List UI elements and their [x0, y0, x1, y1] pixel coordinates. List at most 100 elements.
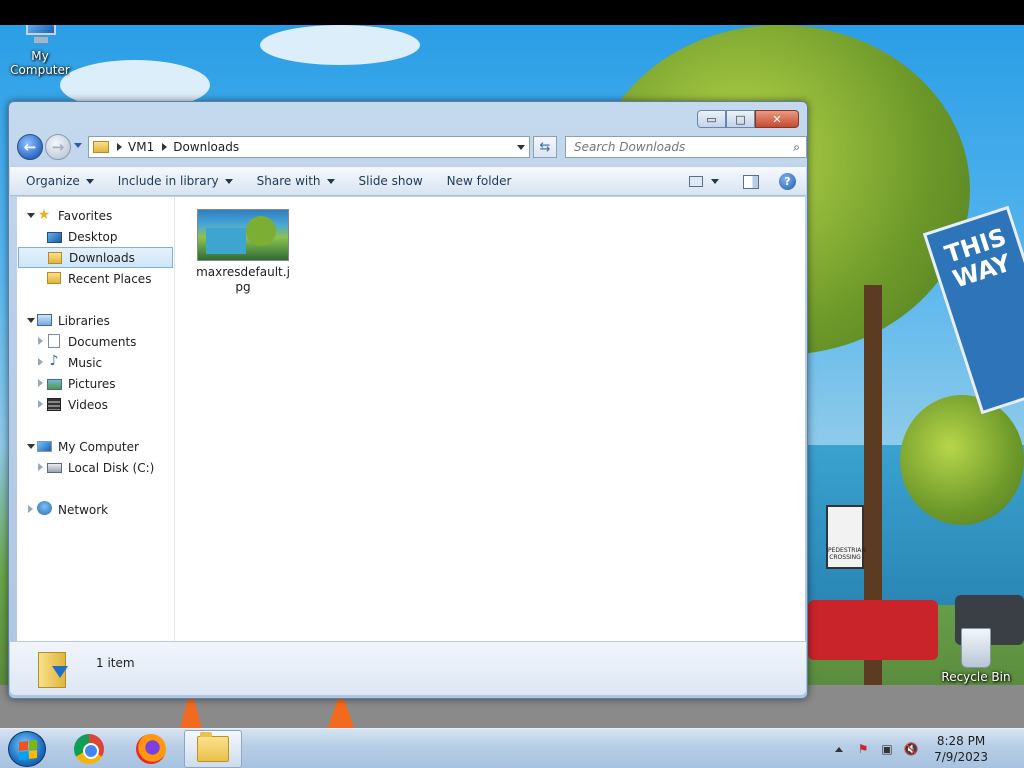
expand-icon[interactable] — [27, 318, 35, 323]
nav-item-desktop[interactable]: Desktop — [17, 226, 174, 247]
expand-icon[interactable] — [28, 505, 33, 513]
recent-pages-dropdown[interactable] — [74, 143, 82, 148]
hard-drive-icon — [46, 461, 62, 475]
breadcrumb-separator[interactable] — [117, 143, 122, 151]
view-options-dropdown[interactable] — [711, 179, 719, 184]
show-hidden-icons-button[interactable] — [830, 740, 848, 758]
taskbar-firefox[interactable] — [122, 730, 180, 768]
nav-item-videos[interactable]: Videos — [17, 394, 174, 415]
share-with-label: Share with — [256, 174, 321, 188]
file-item[interactable]: maxresdefault.jpg — [195, 209, 291, 295]
nav-label: Pictures — [68, 376, 116, 391]
start-button[interactable] — [8, 731, 46, 767]
nav-item-music[interactable]: ♪ Music — [17, 352, 174, 373]
details-pane: 1 item — [10, 641, 806, 695]
minimize-button[interactable]: ▭ — [697, 110, 726, 128]
volume-muted-icon[interactable]: 🔇 — [902, 740, 920, 758]
refresh-button[interactable]: ⇆ — [533, 136, 557, 158]
address-dropdown-icon[interactable] — [517, 145, 525, 150]
slide-show-button[interactable]: Slide show — [359, 174, 423, 188]
libraries-icon — [36, 313, 52, 327]
wallpaper-truck — [808, 600, 938, 660]
nav-label: Videos — [68, 397, 108, 412]
nav-label: Local Disk (C:) — [68, 460, 155, 475]
nav-label: Desktop — [68, 229, 118, 244]
preview-pane-button[interactable] — [743, 174, 759, 189]
firefox-icon — [136, 734, 166, 764]
change-view-button[interactable] — [689, 176, 703, 187]
wallpaper-pedestrian-sign: PEDESTRIAN CROSSING — [826, 505, 866, 569]
nav-label: Network — [58, 502, 109, 517]
recent-places-icon — [46, 271, 62, 285]
system-tray: ⚑ ▣ 🔇 8:28 PM 7/9/2023 — [824, 729, 1024, 768]
desktop-icon-my-computer[interactable]: My Computer — [0, 25, 80, 77]
organize-button[interactable]: Organize — [26, 174, 94, 188]
nav-label: Documents — [68, 334, 137, 349]
taskbar: ⚑ ▣ 🔇 8:28 PM 7/9/2023 — [0, 728, 1024, 768]
nav-label: Libraries — [58, 313, 110, 328]
back-button[interactable]: ← — [17, 134, 43, 160]
clock[interactable]: 8:28 PM 7/9/2023 — [934, 733, 988, 765]
chevron-down-icon — [224, 178, 233, 184]
taskbar-chrome[interactable] — [60, 730, 118, 768]
wallpaper-tree — [900, 395, 1024, 525]
nav-item-pictures[interactable]: Pictures — [17, 373, 174, 394]
star-icon: ★ — [37, 207, 51, 223]
nav-item-my-computer[interactable]: My Computer — [17, 436, 174, 457]
explorer-window: ▭ □ ✕ ← → VM1 Downloads ⇆ ⌕ Organize Inc… — [8, 101, 808, 699]
action-center-flag-icon[interactable]: ⚑ — [854, 740, 872, 758]
breadcrumb-vm1[interactable]: VM1 — [128, 140, 154, 154]
expand-icon[interactable] — [38, 379, 43, 387]
pedestrian-sign-text: PEDESTRIAN CROSSING — [828, 547, 866, 561]
help-icon[interactable]: ? — [779, 173, 796, 190]
file-name: maxresdefault.jpg — [196, 265, 290, 294]
search-icon[interactable]: ⌕ — [793, 140, 800, 155]
desktop-icon-recycle-bin[interactable]: Recycle Bin — [938, 628, 1014, 684]
recycle-bin-icon — [961, 628, 991, 668]
explorer-body: ★ Favorites Desktop Downloads Recent Pla… — [17, 197, 805, 641]
address-bar[interactable]: VM1 Downloads — [88, 136, 530, 158]
downloads-folder-icon — [47, 251, 63, 265]
close-button[interactable]: ✕ — [755, 110, 799, 128]
expand-icon[interactable] — [38, 337, 43, 345]
nav-item-downloads[interactable]: Downloads — [18, 247, 173, 268]
new-folder-button[interactable]: New folder — [447, 174, 512, 188]
chevron-down-icon — [326, 178, 335, 184]
network-status-icon[interactable]: ▣ — [878, 740, 896, 758]
sign-text: THIS WAY — [941, 222, 1015, 294]
maximize-button[interactable]: □ — [726, 110, 755, 128]
nav-item-recent-places[interactable]: Recent Places — [17, 268, 174, 289]
taskbar-windows-explorer[interactable] — [184, 730, 242, 768]
breadcrumb-separator[interactable] — [162, 143, 168, 151]
item-count: 1 item — [96, 656, 135, 670]
slide-show-label: Slide show — [358, 174, 423, 188]
forward-button[interactable]: → — [45, 134, 71, 160]
include-in-library-button[interactable]: Include in library — [118, 174, 233, 188]
nav-item-documents[interactable]: Documents — [17, 331, 174, 352]
expand-icon[interactable] — [27, 213, 35, 218]
breadcrumb-downloads[interactable]: Downloads — [173, 140, 239, 154]
folder-icon — [93, 141, 109, 153]
expand-icon[interactable] — [27, 444, 35, 449]
refresh-icon: ⇆ — [539, 139, 551, 155]
nav-item-libraries[interactable]: Libraries — [17, 310, 174, 331]
downloads-folder-icon — [38, 648, 68, 688]
nav-label: Recent Places — [68, 271, 152, 286]
search-box: ⌕ — [565, 136, 807, 158]
window-controls: ▭ □ ✕ — [697, 110, 799, 128]
desktop-icon-label: My Computer — [10, 49, 70, 77]
windows-logo-icon — [19, 740, 37, 760]
expand-icon[interactable] — [38, 400, 43, 408]
nav-item-network[interactable]: Network — [17, 499, 174, 520]
expand-icon[interactable] — [38, 463, 43, 471]
nav-item-local-disk[interactable]: Local Disk (C:) — [17, 457, 174, 478]
expand-icon[interactable] — [38, 358, 43, 366]
search-input[interactable] — [574, 140, 774, 154]
computer-icon — [36, 439, 52, 453]
nav-item-favorites[interactable]: ★ Favorites — [17, 205, 174, 226]
file-list: maxresdefault.jpg — [177, 197, 805, 641]
forward-arrow-icon: → — [51, 138, 65, 156]
navigation-pane: ★ Favorites Desktop Downloads Recent Pla… — [17, 197, 175, 641]
computer-icon — [20, 25, 60, 47]
share-with-button[interactable]: Share with — [257, 174, 335, 188]
